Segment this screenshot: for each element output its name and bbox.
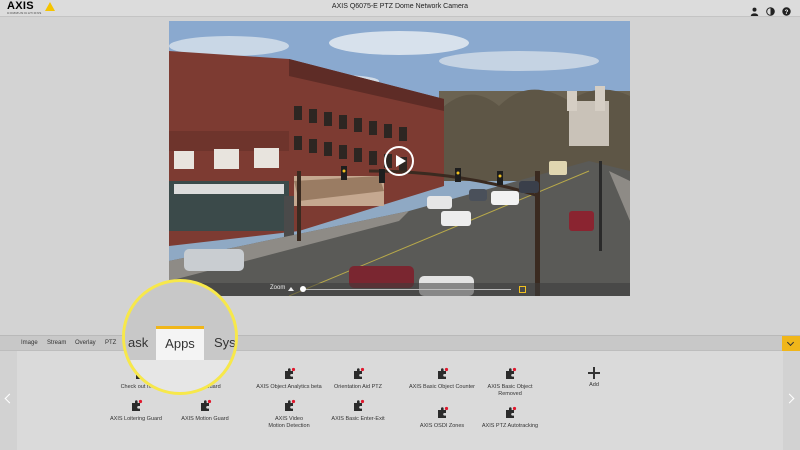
app-axis-ptz-autotracking[interactable]: AXIS PTZ Autotracking [465,406,555,430]
puzzle-icon [198,399,212,413]
zoom-icon [288,287,294,291]
page-title: AXIS Q6075-E PTZ Dome Network Camera [331,3,469,10]
app-label: Orientation Aid PTZ [334,384,382,390]
app-axis-basic-enter-exit[interactable]: AXIS Basic Enter-Exit [313,399,403,423]
svg-text:?: ? [785,10,789,16]
puzzle-icon [503,367,517,381]
puzzle-icon [435,406,449,420]
puzzle-icon [351,367,365,381]
puzzle-icon [129,399,143,413]
app-label: AXIS Motion Guard [181,416,229,422]
zoom-slider-track[interactable] [304,289,511,290]
magnified-panel [125,360,235,392]
app-axis-basic-object-removed[interactable]: AXIS Basic Object Removed [465,367,555,397]
scroll-right-area[interactable] [783,351,800,450]
puzzle-icon [282,399,296,413]
tab-task-magnified[interactable]: ask [125,326,155,360]
app-label: AXIS PTZ Autotracking [481,423,539,429]
top-icons: ? [750,3,791,16]
logo-subtext: COMMUNICATIONS [7,11,42,15]
tab-overlay[interactable]: Overlay [71,336,100,351]
zoom-label: Zoom [270,285,286,291]
tab-image[interactable]: Image [17,336,42,351]
chevron-right-icon[interactable] [784,393,795,404]
tab-ptz[interactable]: PTZ [101,336,120,351]
app-label: AXIS Basic Object Removed [487,384,533,397]
zoom-bar: Zoom [169,283,630,296]
puzzle-icon [282,367,296,381]
app-label: AXIS Video Motion Detection [268,416,310,429]
user-icon[interactable] [750,3,759,16]
app-axis-motion-guard[interactable]: AXIS Motion Guard [160,399,250,423]
contrast-icon[interactable] [766,3,775,16]
help-icon[interactable]: ? [782,3,791,16]
puzzle-icon [435,367,449,381]
magnifier-callout: ask Apps Syst [122,279,238,395]
settings-tab-bar: Image Stream Overlay PTZ [0,335,800,351]
app-orientation-aid-ptz[interactable]: Orientation Aid PTZ [313,367,403,391]
puzzle-icon [351,399,365,413]
camera-live-view[interactable]: Zoom [169,21,630,296]
add-label: Add [589,382,599,388]
play-button[interactable] [384,146,414,176]
tab-system-magnified[interactable]: Syst [205,326,235,360]
tab-stream[interactable]: Stream [43,336,70,351]
expand-panel-button[interactable] [782,336,800,351]
plus-icon [588,367,600,379]
tab-apps-active[interactable]: Apps [156,326,204,360]
zoom-slider-handle[interactable] [300,286,306,292]
add-app-button[interactable]: Add [549,367,639,389]
puzzle-icon [503,406,517,420]
magnified-tabs: ask Apps Syst [125,326,235,360]
scroll-left-area[interactable] [0,351,17,450]
top-bar: AXIS COMMUNICATIONS AXIS Q6075-E PTZ Dom… [0,0,800,17]
focus-icon[interactable] [519,286,526,293]
apps-panel: Check out more Guard AXIS Object Analyti… [0,351,800,450]
chevron-left-icon[interactable] [4,393,15,404]
app-label: AXIS Basic Enter-Exit [331,416,385,422]
